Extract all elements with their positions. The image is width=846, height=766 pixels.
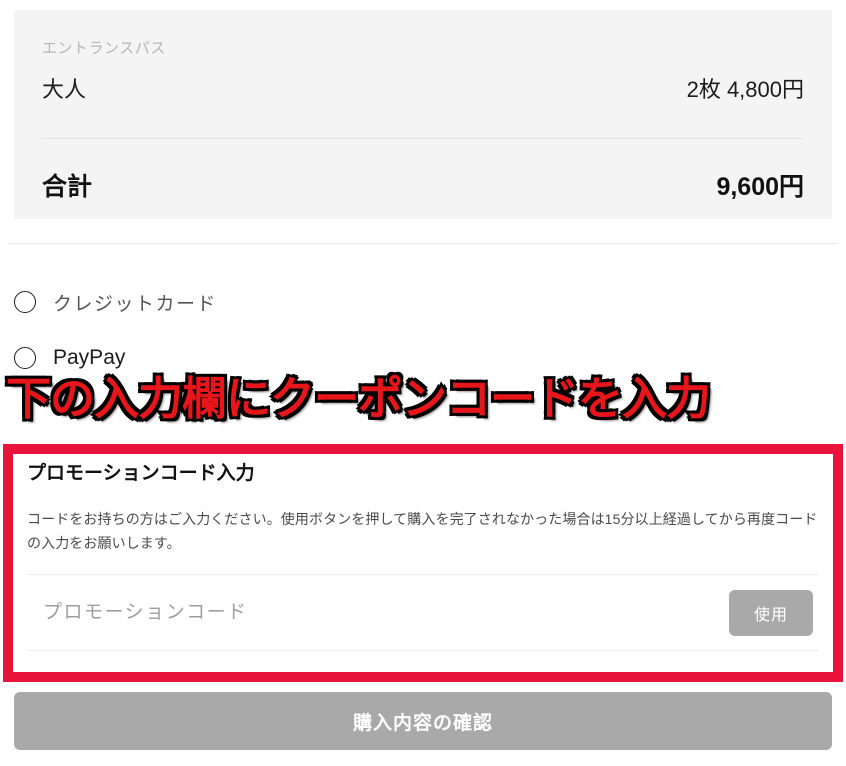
radio-unchecked-icon[interactable] <box>14 347 36 369</box>
total-label: 合計 <box>42 173 93 201</box>
ticket-price-value: 2枚 4,800円 <box>686 77 804 102</box>
section-divider <box>8 243 838 244</box>
promotion-code-input[interactable] <box>27 601 729 624</box>
payment-option-credit-card-label: クレジットカード <box>53 293 218 315</box>
summary-line-item: 大人 2枚 4,800円 <box>42 72 804 104</box>
promotion-code-section: プロモーションコード入力 コードをお持ちの方はご入力ください。使用ボタンを押して… <box>3 444 843 682</box>
promo-divider-bottom <box>27 650 819 651</box>
promotion-code-input-row: 使用 <box>27 575 819 650</box>
ticket-group-label: エントランスパス <box>42 40 166 57</box>
total-value: 9,600円 <box>716 173 804 201</box>
payment-option-paypay-label: PayPay <box>53 346 126 369</box>
apply-promo-button[interactable]: 使用 <box>729 589 813 636</box>
radio-unchecked-icon[interactable] <box>14 291 36 313</box>
promotion-code-title: プロモーションコード入力 <box>27 463 255 484</box>
payment-option-paypay[interactable]: PayPay <box>14 339 514 377</box>
confirm-purchase-button[interactable]: 購入内容の確認 <box>14 692 832 750</box>
summary-divider <box>42 138 804 139</box>
payment-option-credit-card[interactable]: クレジットカード <box>14 283 514 321</box>
promotion-code-description: コードをお持ちの方はご入力ください。使用ボタンを押して購入を完了されなかった場合… <box>27 510 818 552</box>
order-summary-card: エントランスパス 大人 2枚 4,800円 合計 9,600円 <box>14 10 832 219</box>
summary-total-row: 合計 9,600円 <box>42 167 804 203</box>
checkout-page: エントランスパス 大人 2枚 4,800円 合計 9,600円 クレジットカード… <box>0 0 846 766</box>
promotion-code-inner: プロモーションコード入力 コードをお持ちの方はご入力ください。使用ボタンを押して… <box>13 454 833 672</box>
ticket-type-label: 大人 <box>42 77 87 102</box>
annotation-overlay-text: 下の入力欄にクーポンコードを入力 <box>4 373 714 424</box>
